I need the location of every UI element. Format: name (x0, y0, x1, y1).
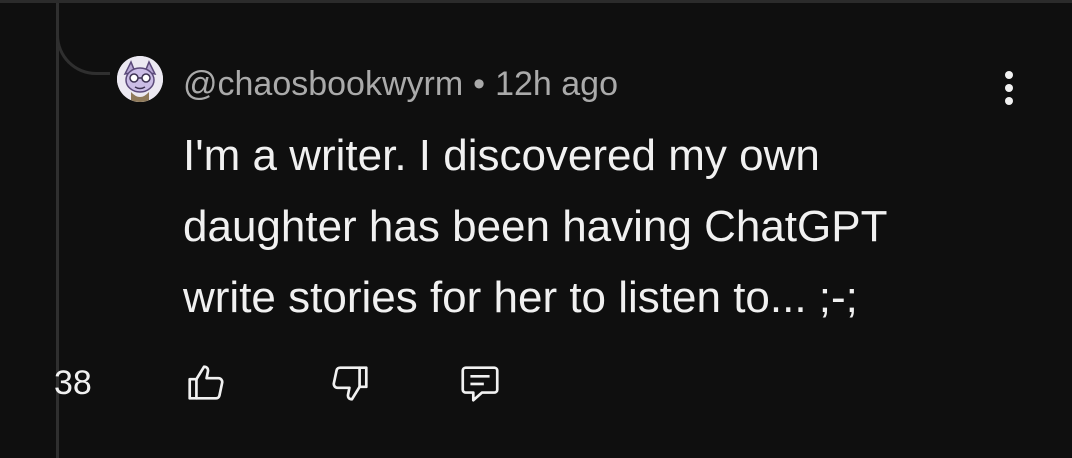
comment-line: I'm a writer. I discovered my own (183, 131, 820, 180)
reply-button[interactable] (457, 360, 503, 406)
like-count: 38 (54, 364, 92, 402)
avatar-image (117, 56, 163, 102)
meta-separator: • (473, 65, 486, 103)
more-vertical-icon[interactable] (998, 68, 1020, 108)
like-button[interactable] (183, 360, 229, 406)
comment-body: I'm a writer. I discovered my own daught… (183, 120, 983, 333)
comment-line: daughter has been having ChatGPT (183, 202, 888, 251)
comment-line: write stories for her to listen to... ;-… (183, 273, 858, 322)
comment-icon (461, 366, 499, 402)
thumbs-up-icon (188, 365, 224, 400)
dislike-button[interactable] (327, 360, 373, 406)
comment-meta: @chaosbookwyrm • 12h ago (183, 62, 618, 106)
thread-connector (56, 3, 110, 75)
author-handle[interactable]: @chaosbookwyrm (183, 65, 463, 103)
top-divider (0, 0, 1072, 3)
timestamp[interactable]: 12h ago (495, 65, 618, 103)
avatar[interactable] (117, 56, 163, 102)
thumbs-down-icon (332, 366, 368, 401)
